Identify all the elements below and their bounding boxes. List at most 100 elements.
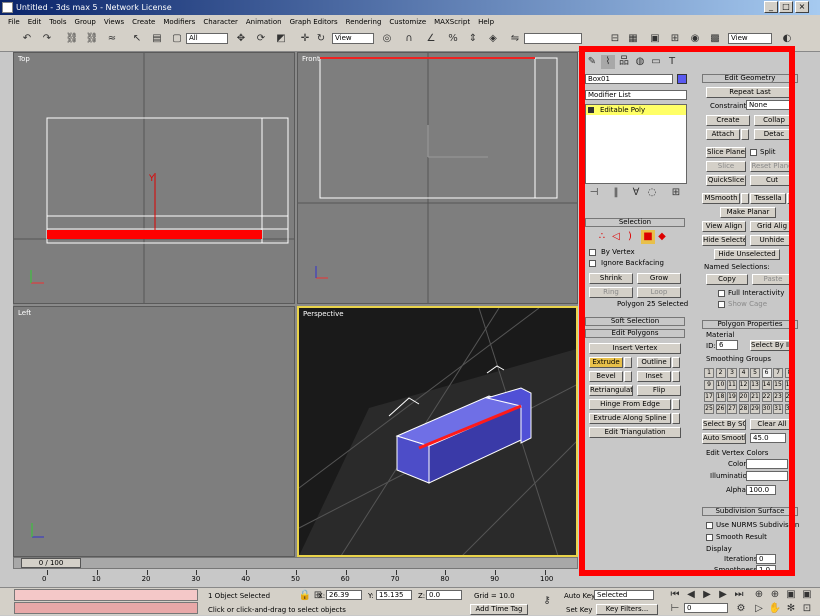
rotate-icon[interactable]: ↻ <box>314 32 328 46</box>
menu-character[interactable]: Character <box>199 18 242 26</box>
attach-list-button[interactable] <box>741 129 749 140</box>
named-selection-dropdown[interactable] <box>524 33 582 44</box>
hinge-from-edge-button[interactable]: Hinge From Edge <box>589 399 671 410</box>
viewport-left[interactable]: Left <box>13 306 295 557</box>
hide-selected-button[interactable]: Hide Selected <box>702 235 746 246</box>
edge-level-icon[interactable]: ◁ <box>609 230 623 244</box>
menu-animation[interactable]: Animation <box>242 18 286 26</box>
maxscript-listener[interactable] <box>14 589 198 601</box>
smoothing-group-6[interactable]: 6 <box>761 368 772 378</box>
ring-button[interactable]: Ring <box>589 287 633 298</box>
smoothing-group-20[interactable]: 20 <box>738 392 749 402</box>
smoothing-group-8[interactable]: 8 <box>784 368 795 378</box>
iterations-field[interactable]: 0 <box>756 554 776 564</box>
smoothing-group-23[interactable]: 23 <box>773 392 783 402</box>
smoothing-group-1[interactable]: 1 <box>704 368 714 378</box>
magnet-icon[interactable]: ∩ <box>402 32 416 46</box>
reference-coordinate-dropdown[interactable]: View <box>332 33 374 44</box>
menu-graph-editors[interactable]: Graph Editors <box>286 18 342 26</box>
smoothing-group-19[interactable]: 19 <box>727 392 737 402</box>
smoothing-group-22[interactable]: 22 <box>761 392 772 402</box>
smoothing-group-27[interactable]: 27 <box>727 404 737 414</box>
smoothing-group-2[interactable]: 2 <box>715 368 726 378</box>
auto-smooth-button[interactable]: Auto Smooth <box>702 433 746 444</box>
vertex-level-icon[interactable]: ∴ <box>595 230 609 244</box>
stack-item-editable-poly[interactable]: Editable Poly <box>586 105 686 115</box>
y-coordinate-field[interactable]: 15.135 <box>376 590 412 600</box>
frame-ruler[interactable]: 0 10 20 30 40 50 60 70 80 90 100 <box>13 570 578 586</box>
shrink-button[interactable]: Shrink <box>589 273 633 284</box>
hierarchy-tab-icon[interactable]: 品 <box>617 55 631 69</box>
smoothness-field[interactable]: 1.0 <box>756 565 776 575</box>
menu-group[interactable]: Group <box>71 18 100 26</box>
goto-end-icon[interactable]: ⏭ <box>732 588 746 602</box>
lock-selection-icon[interactable]: 🔒 <box>298 589 312 603</box>
grow-button[interactable]: Grow <box>637 273 681 284</box>
add-time-tag-button[interactable]: Add Time Tag <box>470 604 528 615</box>
key-filters-button[interactable]: Key Filters... <box>596 604 658 615</box>
zoom-icon[interactable]: ⊕ <box>752 588 766 602</box>
constraints-dropdown[interactable]: None <box>746 100 790 110</box>
fov-icon[interactable]: ▷ <box>752 602 766 616</box>
selection-filter-dropdown[interactable]: All <box>186 33 228 44</box>
color-swatch[interactable] <box>746 459 788 469</box>
schematic-icon[interactable]: ⊞ <box>668 32 682 46</box>
outline-button[interactable]: Outline <box>637 357 671 368</box>
auto-smooth-threshold[interactable]: 45.0 <box>750 433 786 443</box>
minimize-button[interactable]: _ <box>764 1 778 13</box>
modify-tab-icon[interactable]: ⌇ <box>601 55 615 69</box>
set-key-button[interactable]: Set Key <box>566 606 592 614</box>
unlink-icon[interactable]: ⛓ <box>85 32 99 46</box>
bevel-settings-button[interactable] <box>624 371 632 382</box>
menu-create[interactable]: Create <box>128 18 159 26</box>
make-unique-icon[interactable]: ∀ <box>629 186 643 200</box>
viewport-top[interactable]: Top Y <box>13 52 295 304</box>
smoothing-group-4[interactable]: 4 <box>738 368 749 378</box>
play-icon[interactable]: ▶ <box>700 588 714 602</box>
slice-plane-button[interactable]: Slice Plane <box>706 147 746 158</box>
reset-plane-button[interactable]: Reset Plane <box>750 161 794 172</box>
select-object-icon[interactable]: ↖ <box>130 32 144 46</box>
show-end-result-icon[interactable]: ‖ <box>609 186 623 200</box>
select-by-name-icon[interactable]: ▤ <box>150 32 164 46</box>
zoom-extents-all-icon[interactable]: ▣ <box>800 588 814 602</box>
close-button[interactable]: × <box>795 1 809 13</box>
menu-customize[interactable]: Customize <box>385 18 430 26</box>
key-selection-dropdown[interactable]: Selected <box>594 590 654 600</box>
unhide-all-button[interactable]: Unhide <box>750 235 794 246</box>
smoothing-group-28[interactable]: 28 <box>738 404 749 414</box>
pin-stack-icon[interactable]: ⊣ <box>587 186 601 200</box>
subdivision-surface-rollout-header[interactable]: Subdivision Surface <box>702 507 798 516</box>
remove-modifier-icon[interactable]: ◌ <box>645 186 659 200</box>
smoothing-group-11[interactable]: 11 <box>727 380 737 390</box>
soft-selection-rollout-header[interactable]: Soft Selection <box>585 317 685 326</box>
view-align-button[interactable]: View Align <box>702 221 746 232</box>
maxscript-output[interactable] <box>14 602 198 614</box>
viewport-front[interactable]: Front <box>297 52 578 304</box>
edit-geometry-rollout-header[interactable]: Edit Geometry <box>702 74 798 83</box>
maximize-viewport-icon[interactable]: ⊡ <box>800 602 814 616</box>
render-type-dropdown[interactable]: View <box>728 33 772 44</box>
auto-key-button[interactable]: Auto Key <box>564 592 595 600</box>
smoothing-group-30[interactable]: 30 <box>761 404 772 414</box>
bind-space-warp-icon[interactable]: ≈ <box>105 32 119 46</box>
smoothing-group-26[interactable]: 26 <box>715 404 726 414</box>
display-tab-icon[interactable]: ▭ <box>649 55 663 69</box>
element-level-icon[interactable]: ◆ <box>655 230 669 244</box>
smoothing-group-10[interactable]: 10 <box>715 380 726 390</box>
smoothing-group-13[interactable]: 13 <box>750 380 760 390</box>
smoothing-group-14[interactable]: 14 <box>761 380 772 390</box>
by-vertex-checkbox[interactable] <box>589 249 596 256</box>
goto-start-icon[interactable]: ⏮ <box>668 588 682 602</box>
percent-snap-icon[interactable]: % <box>446 32 460 46</box>
tessellate-settings-button[interactable] <box>787 193 795 204</box>
smoothing-group-3[interactable]: 3 <box>727 368 737 378</box>
polygon-level-icon[interactable]: ■ <box>641 230 655 244</box>
smooth-result-checkbox[interactable] <box>706 534 713 541</box>
detach-button[interactable]: Detac <box>754 129 794 140</box>
time-slider-thumb[interactable]: 0 / 100 <box>21 558 81 568</box>
material-editor-icon[interactable]: ◉ <box>688 32 702 46</box>
edit-triangulation-button[interactable]: Edit Triangulation <box>589 427 681 438</box>
create-button[interactable]: Create <box>706 115 750 126</box>
smoothing-group-18[interactable]: 18 <box>715 392 726 402</box>
